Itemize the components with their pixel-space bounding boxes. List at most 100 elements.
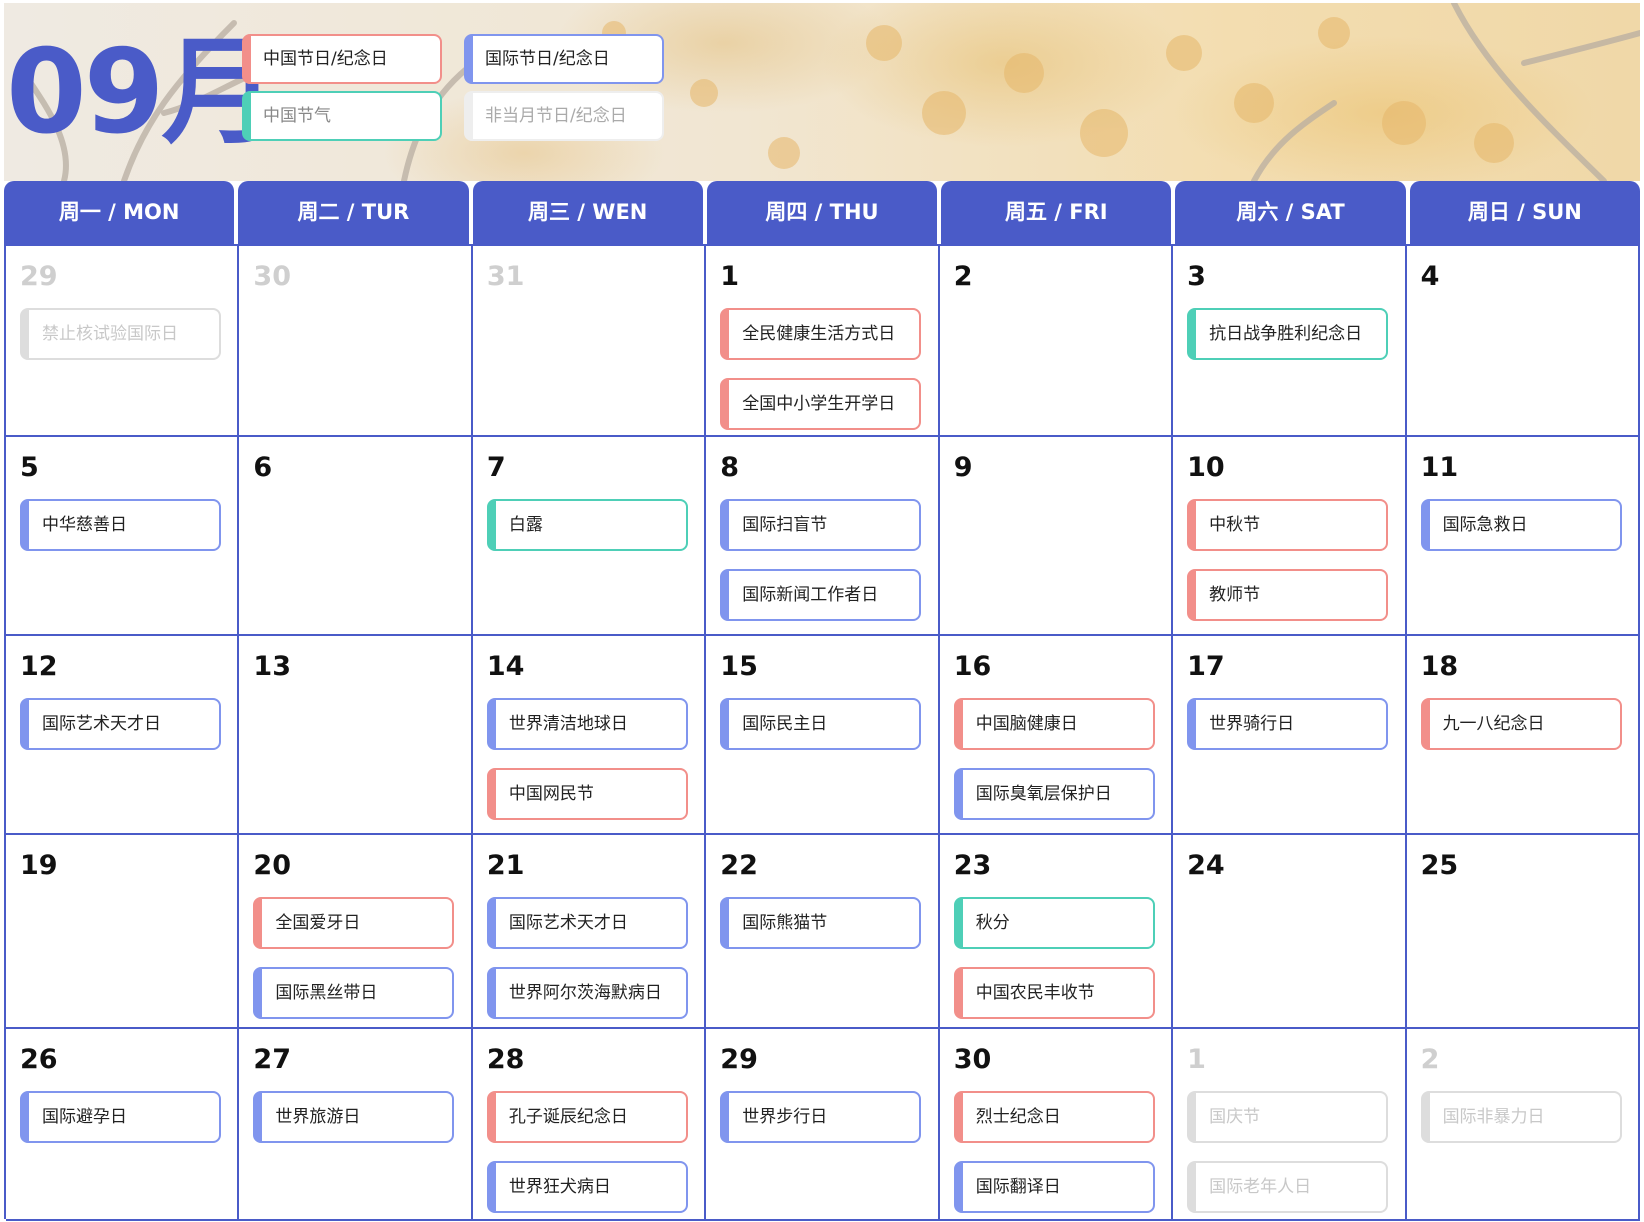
day-cell[interactable]: 29 禁止核试验国际日 bbox=[6, 246, 240, 437]
event-tag[interactable]: 世界狂犬病日 bbox=[486, 1161, 688, 1213]
day-number: 15 bbox=[720, 651, 758, 682]
day-cell[interactable]: 5 中华慈善日 bbox=[6, 437, 240, 636]
event-tag[interactable]: 世界旅游日 bbox=[253, 1091, 455, 1143]
day-cell[interactable]: 8 国际扫盲节国际新闻工作者日 bbox=[706, 437, 940, 636]
day-number: 26 bbox=[20, 1044, 58, 1075]
event-tag[interactable]: 全民健康生活方式日 bbox=[720, 308, 922, 360]
day-number: 29 bbox=[20, 261, 58, 292]
event-tag[interactable]: 国庆节 bbox=[1187, 1091, 1389, 1143]
calendar-grid: 29 禁止核试验国际日 30 31 1 全民健康生活方式日 全国中小学生开学日 2 3 抗日战争胜… bbox=[4, 244, 1640, 1221]
event-tag[interactable]: 国际熊猫节 bbox=[720, 897, 922, 949]
legend-intl-holiday: 国际节日/纪念日 bbox=[464, 34, 664, 84]
event-tag[interactable]: 国际新闻工作者日 bbox=[720, 569, 922, 621]
day-cell[interactable]: 17 世界骑行日 bbox=[1173, 636, 1407, 835]
day-number: 10 bbox=[1187, 452, 1225, 483]
day-cell[interactable]: 1 全民健康生活方式日 全国中小学生开学日 bbox=[706, 246, 940, 437]
day-cell[interactable]: 12 国际艺术天才日 bbox=[6, 636, 240, 835]
day-number: 2 bbox=[953, 261, 973, 292]
day-cell[interactable]: 14 世界清洁地球日 中国网民节 bbox=[472, 636, 707, 835]
day-cell[interactable]: 10 中秋节教师节 bbox=[1173, 437, 1407, 636]
day-cell[interactable]: 7 白露 bbox=[472, 437, 707, 636]
weekday-header: 周二 / TUR bbox=[238, 181, 469, 244]
event-tag[interactable]: 国际急救日 bbox=[1420, 499, 1622, 551]
event-tag[interactable]: 孔子诞辰纪念日 bbox=[486, 1091, 688, 1143]
event-tag[interactable]: 全国中小学生开学日 bbox=[720, 378, 922, 430]
day-cell[interactable]: 31 bbox=[472, 246, 707, 437]
day-cell[interactable]: 23 秋分 中国农民丰收节 bbox=[939, 835, 1174, 1029]
event-tag[interactable]: 国际艺术天才日 bbox=[486, 897, 688, 949]
day-number: 2 bbox=[1420, 1044, 1440, 1075]
weekday-header: 周三 / WEN bbox=[472, 181, 703, 244]
day-cell[interactable]: 3 抗日战争胜利纪念日 bbox=[1173, 246, 1407, 437]
day-cell[interactable]: 24 bbox=[1173, 835, 1407, 1029]
event-tag[interactable]: 烈士纪念日 bbox=[953, 1091, 1155, 1143]
day-cell[interactable]: 4 bbox=[1406, 246, 1640, 437]
event-tag[interactable]: 中秋节 bbox=[1187, 499, 1389, 551]
event-tag[interactable]: 中国脑健康日 bbox=[953, 698, 1155, 750]
day-cell[interactable]: 6 bbox=[239, 437, 473, 636]
event-tag[interactable]: 国际非暴力日 bbox=[1420, 1091, 1622, 1143]
day-cell[interactable]: 13 bbox=[239, 636, 473, 835]
day-cell[interactable]: 27 世界旅游日 bbox=[239, 1029, 473, 1221]
event-tag[interactable]: 中华慈善日 bbox=[20, 499, 221, 551]
legend-label: 中国节日/纪念日 bbox=[263, 49, 388, 69]
day-number: 18 bbox=[1420, 651, 1459, 682]
event-tag[interactable]: 国际避孕日 bbox=[20, 1091, 221, 1143]
event-tag[interactable]: 世界阿尔茨海默病日 bbox=[486, 967, 688, 1019]
event-tag[interactable]: 中国网民节 bbox=[486, 768, 688, 820]
day-cell[interactable]: 18 九一八纪念日 bbox=[1406, 636, 1640, 835]
event-tag[interactable]: 中国农民丰收节 bbox=[953, 967, 1155, 1019]
event-tag[interactable]: 全国爱牙日 bbox=[253, 897, 455, 949]
event-tag[interactable]: 国际扫盲节 bbox=[720, 499, 922, 551]
day-number: 7 bbox=[486, 452, 506, 483]
event-tag[interactable]: 抗日战争胜利纪念日 bbox=[1187, 308, 1389, 360]
day-cell[interactable]: 25 bbox=[1406, 835, 1640, 1029]
day-cell[interactable]: 15 国际民主日 bbox=[706, 636, 940, 835]
day-number: 14 bbox=[486, 651, 525, 682]
day-cell[interactable]: 1 国庆节 国际老年人日 bbox=[1173, 1029, 1407, 1221]
event-tag[interactable]: 教师节 bbox=[1187, 569, 1389, 621]
event-tag[interactable]: 国际黑丝带日 bbox=[253, 967, 455, 1019]
day-cell[interactable]: 21 国际艺术天才日 世界阿尔茨海默病日 bbox=[472, 835, 707, 1029]
event-tag[interactable]: 九一八纪念日 bbox=[1420, 698, 1622, 750]
day-cell[interactable]: 9 bbox=[939, 437, 1174, 636]
weekday-header: 周一 / MON bbox=[4, 181, 235, 244]
day-number: 24 bbox=[1187, 850, 1225, 881]
day-cell[interactable]: 30 bbox=[239, 246, 473, 437]
day-cell[interactable]: 19 bbox=[6, 835, 240, 1029]
weekday-header-row: 周一 / MON 周二 / TUR 周三 / WEN 周四 / THU 周五 /… bbox=[4, 181, 1640, 244]
event-tag[interactable]: 国际老年人日 bbox=[1187, 1161, 1389, 1213]
day-cell[interactable]: 26 国际避孕日 bbox=[6, 1029, 240, 1221]
day-number: 12 bbox=[20, 651, 58, 682]
day-number: 16 bbox=[953, 651, 992, 682]
day-number: 1 bbox=[720, 261, 740, 292]
day-cell[interactable]: 29 世界步行日 bbox=[706, 1029, 940, 1221]
day-cell[interactable]: 30 烈士纪念日 国际翻译日 bbox=[939, 1029, 1174, 1221]
weekday-header: 周日 / SUN bbox=[1409, 181, 1640, 244]
day-number: 4 bbox=[1420, 261, 1440, 292]
event-tag[interactable]: 世界骑行日 bbox=[1187, 698, 1389, 750]
event-tag[interactable]: 世界步行日 bbox=[720, 1091, 922, 1143]
event-tag[interactable]: 国际艺术天才日 bbox=[20, 698, 221, 750]
day-cell[interactable]: 22 国际熊猫节 bbox=[706, 835, 940, 1029]
month-title: 09月 bbox=[6, 25, 277, 160]
weekday-header: 周六 / SAT bbox=[1175, 181, 1406, 244]
event-tag[interactable]: 世界清洁地球日 bbox=[486, 698, 688, 750]
weekday-header: 周四 / THU bbox=[706, 181, 938, 244]
day-cell[interactable]: 16 中国脑健康日 国际臭氧层保护日 bbox=[939, 636, 1174, 835]
day-cell[interactable]: 28 孔子诞辰纪念日 世界狂犬病日 bbox=[472, 1029, 707, 1221]
event-tag[interactable]: 国际臭氧层保护日 bbox=[953, 768, 1155, 820]
day-cell[interactable]: 2 国际非暴力日 bbox=[1406, 1029, 1640, 1221]
event-tag[interactable]: 国际民主日 bbox=[720, 698, 922, 750]
event-tag[interactable]: 白露 bbox=[486, 499, 688, 551]
day-number: 8 bbox=[720, 452, 740, 483]
event-tag[interactable]: 秋分 bbox=[953, 897, 1155, 949]
event-tag[interactable]: 禁止核试验国际日 bbox=[20, 308, 221, 360]
day-cell[interactable]: 2 bbox=[939, 246, 1174, 437]
day-cell[interactable]: 11 国际急救日 bbox=[1406, 437, 1640, 636]
day-number: 19 bbox=[20, 850, 58, 881]
legend-label: 非当月节日/纪念日 bbox=[485, 106, 627, 126]
day-number: 13 bbox=[253, 651, 291, 682]
event-tag[interactable]: 国际翻译日 bbox=[953, 1161, 1155, 1213]
day-cell[interactable]: 20 全国爱牙日 国际黑丝带日 bbox=[239, 835, 473, 1029]
